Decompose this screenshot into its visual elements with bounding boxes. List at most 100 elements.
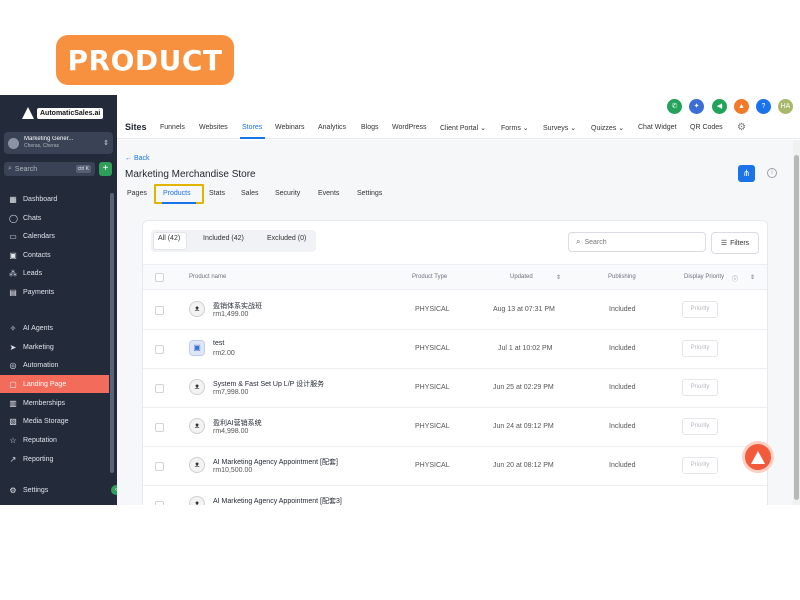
row-checkbox[interactable] [155,501,164,505]
table-row[interactable]: ᴥ System & Fast Set Up L/P 设计服务 rm7,998.… [143,369,767,408]
table-row[interactable]: ▣ test rm2.00 PHYSICAL Jul 1 at 10:02 PM… [143,330,767,369]
chevron-updown-icon: ⇕ [103,140,109,147]
sidebar-search[interactable]: ⌕ Search ctrl K [4,162,95,176]
sidebar-item-leads[interactable]: ⁂ Leads [0,264,109,282]
sidebar-item-calendars[interactable]: ▭ Calendars [0,227,109,245]
nav-analytics[interactable]: Analytics [318,124,346,131]
updated-at: Jun 24 at 09:12 PM [493,423,554,430]
payments-icon: ▤ [9,287,17,297]
nav-surveys[interactable]: Surveys ⌄ [543,124,576,132]
priority-input[interactable]: Priority [682,457,718,474]
row-checkbox[interactable] [155,423,164,432]
filter-included[interactable]: Included (42) [203,235,244,242]
priority-input[interactable]: Priority [682,379,718,396]
assistant-launcher-button[interactable] [742,441,774,473]
bell-icon[interactable]: ▲ [734,99,749,114]
sidebar-item-memberships[interactable]: ▥ Memberships [0,394,109,412]
nav-funnels[interactable]: Funnels [160,124,185,131]
tab-sales[interactable]: Sales [241,190,259,197]
updated-at: Jul 1 at 10:02 PM [498,345,553,352]
sidebar-item-marketing[interactable]: ➤ Marketing [0,338,109,356]
sort-icon[interactable]: ⇕ [750,274,755,281]
table-header: Product name Product Type Updated ⇕ Publ… [143,264,767,290]
table-row[interactable]: ᴥ 盈销体系实战班 rm1,499.00 PHYSICAL Aug 13 at … [143,291,767,330]
table-row[interactable]: ᴥ 盈利AI营销系统 rm4,998.00 PHYSICAL Jun 24 at… [143,408,767,447]
row-checkbox[interactable] [155,384,164,393]
col-display-priority[interactable]: Display Priority [684,274,724,280]
account-location: Cheras, Cheras [24,143,60,149]
info-icon[interactable]: i [767,168,777,178]
product-name[interactable]: test [213,340,224,347]
nav-qr-codes[interactable]: QR Codes [690,124,723,131]
back-link[interactable]: ← Back [125,155,150,162]
sort-icon[interactable]: ⇕ [556,274,561,281]
sidebar-item-ai-agents[interactable]: ✧ AI Agents [0,319,109,337]
help-icon[interactable]: ? [756,99,771,114]
megaphone-icon[interactable]: ◀ [712,99,727,114]
sidebar-item-contacts[interactable]: ▣ Contacts [0,246,109,264]
sidebar-item-chats[interactable]: ◯ Chats [0,209,109,227]
tab-security[interactable]: Security [275,190,300,197]
tab-events[interactable]: Events [318,190,339,197]
sidebar-item-dashboard[interactable]: ▦ Dashboard [0,190,109,208]
main-scrollbar-thumb[interactable] [794,155,799,500]
nav-stores[interactable]: Stores [242,124,262,131]
user-avatar[interactable]: HA [778,99,793,114]
priority-input[interactable]: Priority [682,340,718,357]
priority-input[interactable]: Priority [682,418,718,435]
tab-stats[interactable]: Stats [209,190,225,197]
product-search[interactable]: ⌕ [568,232,706,252]
filter-excluded[interactable]: Excluded (0) [267,235,306,242]
col-publishing[interactable]: Publishing [608,274,636,280]
tab-settings[interactable]: Settings [357,190,382,197]
media-icon: ▧ [9,416,17,426]
settings-gear-icon[interactable]: ⚙ [737,122,746,133]
filters-button[interactable]: ☰ Filters [711,232,759,254]
nav-webinars[interactable]: Webinars [275,124,304,131]
search-input[interactable] [584,238,695,246]
nav-chat-widget[interactable]: Chat Widget [638,124,677,131]
info-icon[interactable]: ⓘ [732,274,738,283]
product-name[interactable]: System & Fast Set Up L/P 设计服务 [213,379,324,389]
product-name[interactable]: 盈销体系实战班 [213,301,262,311]
nav-quizzes[interactable]: Quizzes ⌄ [591,124,624,132]
sidebar-item-media-storage[interactable]: ▧ Media Storage [0,412,109,430]
tab-pages[interactable]: Pages [127,190,147,197]
nav-client-portal[interactable]: Client Portal ⌄ [440,124,486,132]
col-product-type[interactable]: Product Type [412,274,447,280]
table-row[interactable]: ᴥ AI Marketing Agency Appointment [配套] r… [143,447,767,486]
row-checkbox[interactable] [155,345,164,354]
filter-all[interactable]: All (42) [158,235,180,242]
sidebar-item-reputation[interactable]: ☆ Reputation [0,431,109,449]
phone-icon[interactable]: ✆ [667,99,682,114]
ai-assistant-icon[interactable]: ✦ [689,99,704,114]
product-logo-icon: ᴥ [189,418,205,434]
product-name[interactable]: AI Marketing Agency Appointment [配套] [213,457,338,467]
quick-add-button[interactable]: + [99,162,112,176]
priority-input[interactable]: Priority [682,301,718,318]
share-button[interactable]: ⋔ [738,165,755,182]
row-checkbox[interactable] [155,306,164,315]
sidebar-item-automation[interactable]: ◎ Automation [0,356,109,374]
row-checkbox[interactable] [155,462,164,471]
automation-icon: ◎ [9,360,17,370]
sidebar-scrollbar[interactable] [110,193,114,473]
table-row[interactable]: ᴥ AI Marketing Agency Appointment [配套3] [143,486,767,505]
select-all-checkbox[interactable] [155,273,164,282]
nav-blogs[interactable]: Blogs [361,124,379,131]
nav-forms[interactable]: Forms ⌄ [501,124,529,132]
account-switcher[interactable]: Marketing Gener... Cheras, Cheras ⇕ [4,132,113,154]
sidebar-item-settings[interactable]: ⚙ Settings [0,481,109,499]
image-placeholder-icon: ▣ [189,340,205,356]
col-updated[interactable]: Updated [510,274,533,280]
nav-wordpress[interactable]: WordPress [392,124,427,131]
chat-icon: ◯ [9,213,18,223]
sidebar-item-reporting[interactable]: ↗ Reporting [0,450,109,468]
top-nav: Sites Funnels Websites Stores Webinars A… [117,95,800,139]
sidebar-item-landing-page[interactable]: ▢ Landing Page [0,375,109,393]
sidebar-item-payments[interactable]: ▤ Payments [0,283,109,301]
product-name[interactable]: AI Marketing Agency Appointment [配套3] [213,496,342,505]
col-product-name[interactable]: Product name [189,274,226,280]
product-name[interactable]: 盈利AI营销系统 [213,418,262,428]
nav-websites[interactable]: Websites [199,124,228,131]
